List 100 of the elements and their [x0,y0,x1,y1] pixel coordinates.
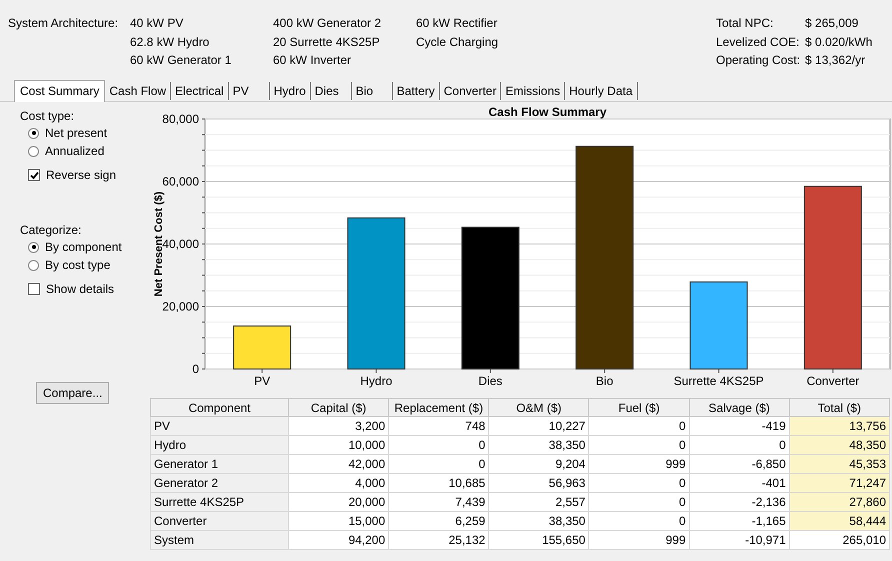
option-label[interactable]: Net present [45,126,108,140]
option-label[interactable]: By cost type [45,258,110,272]
table-cell: 0 [388,436,489,454]
table-cell: -419 [689,416,790,436]
column-header: Total ($) [789,398,890,416]
table-cell: Hydro [150,436,288,454]
radio-button[interactable] [28,146,39,156]
chart-title: Cash Flow Summary [488,105,607,119]
table-cell: -6,850 [689,454,790,474]
summary-label: Levelized COE: [716,34,800,50]
architecture-label: System Architecture: [8,15,120,32]
table-cell: 155,650 [488,530,589,550]
group-label: Cost type: [20,108,74,124]
table-cell: 48,350 [789,436,890,454]
option-label[interactable]: Show details [46,282,114,296]
table-cell: Generator 2 [150,474,288,492]
summary-value: $ 0.020/kWh [805,34,872,50]
column-header: Component [150,398,288,416]
table-cell: 56,963 [488,474,589,492]
table-cell: 4,000 [288,474,389,492]
category-label: Dies [478,374,502,388]
table-cell: 0 [588,416,690,436]
architecture-item: 60 kW Generator 1 [130,52,232,69]
category-label: Bio [596,374,614,388]
category-label: Hydro [360,374,392,388]
table-cell: 6,259 [388,512,489,530]
table-cell: 27,860 [789,492,890,512]
radio-button[interactable] [28,128,39,138]
bar [233,326,292,370]
tab[interactable]: PV [228,82,270,100]
category-label: PV [254,374,270,388]
table-cell: 10,685 [388,474,489,492]
category-label: Converter [806,374,860,388]
axis-tick-label: 40,000 [162,237,199,251]
compare-button[interactable]: Compare... [36,382,110,404]
architecture-item: 60 kW Inverter [273,52,352,69]
table-cell: 38,350 [488,436,589,454]
table-cell: 38,350 [488,512,589,530]
category-label: Surrette 4KS25P [674,374,764,388]
column-header: Fuel ($) [588,398,690,416]
table-cell: 3,200 [288,416,389,436]
architecture-item: 62.8 kW Hydro [130,34,210,50]
column-header: O&M ($) [488,398,589,416]
summary-label: Total NPC: [716,15,774,32]
table-cell: -2,136 [689,492,790,512]
table-cell: -10,971 [689,530,790,550]
option-label[interactable]: Reverse sign [46,168,116,182]
table-cell: 10,227 [488,416,589,436]
architecture-item: 40 kW PV [130,15,184,32]
summary-label: Operating Cost: [716,52,800,69]
table-cell: 15,000 [288,512,389,530]
table-cell: Surrette 4KS25P [150,492,288,512]
axis-tick-label: 0 [192,362,199,376]
table-cell: 71,247 [789,474,890,492]
table-cell: 0 [689,436,790,454]
option-label[interactable]: By component [45,240,122,254]
table-cell: Converter [150,512,288,530]
radio-button[interactable] [28,260,39,270]
table-cell: 7,439 [388,492,489,512]
table-cell: 0 [588,492,690,512]
table-cell: 94,200 [288,530,389,550]
column-header: Salvage ($) [689,398,790,416]
table-cell: 748 [388,416,489,436]
table-cell: 25,132 [388,530,489,550]
architecture-item: 400 kW Generator 2 [273,15,382,32]
table-cell: 9,204 [488,454,589,474]
table-cell: 0 [588,436,690,454]
column-header: Capital ($) [288,398,389,416]
table-cell: -401 [689,474,790,492]
table-cell: 42,000 [288,454,389,474]
architecture-item: Cycle Charging [416,34,500,50]
table-cell: 20,000 [288,492,389,512]
table-cell: 13,756 [789,416,890,436]
axis-tick-label: 20,000 [162,300,199,314]
table-cell: System [150,530,288,550]
summary-value: $ 265,009 [805,15,860,32]
radio-button[interactable] [28,242,39,252]
option-label[interactable]: Annualized [45,144,104,158]
table-cell: 265,010 [789,530,890,550]
group-label: Categorize: [20,222,82,238]
table-cell: PV [150,416,288,436]
axis-tick-label: 80,000 [162,112,199,126]
table-cell: 45,353 [789,454,890,474]
table-cell: 58,444 [789,512,890,530]
tab[interactable]: Hydro [270,82,311,100]
table-cell: 10,000 [288,436,389,454]
table-cell: 999 [588,454,690,474]
table-cell: 0 [588,512,690,530]
summary-value: $ 13,362/yr [805,52,866,69]
architecture-item: 20 Surrette 4KS25P [273,34,381,50]
checkbox[interactable] [28,283,40,295]
table-cell: Generator 1 [150,454,288,474]
table-cell: 999 [588,530,690,550]
architecture-item: 60 kW Rectifier [416,15,498,32]
table-cell: 0 [588,474,690,492]
column-header: Replacement ($) [388,398,489,416]
table-cell: 0 [388,454,489,474]
tab[interactable]: Cost Summary [14,80,106,102]
checkbox[interactable] [28,169,40,181]
axis-tick-label: 60,000 [162,174,199,188]
